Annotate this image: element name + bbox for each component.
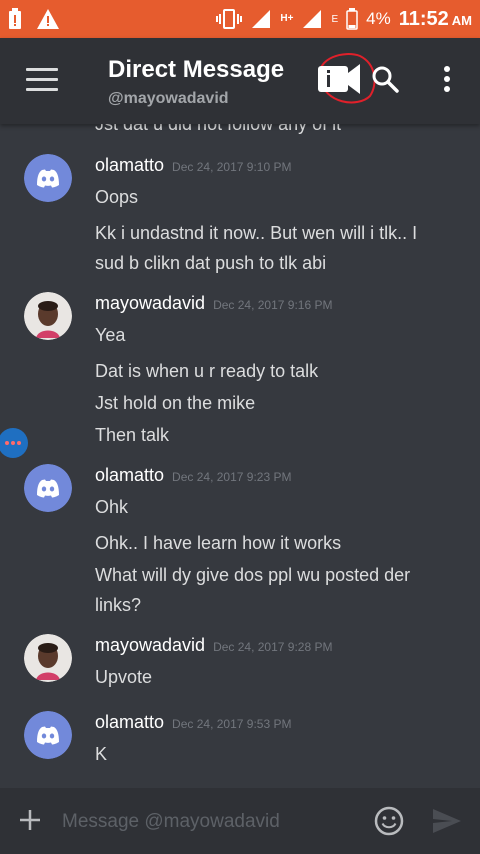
message-author[interactable]: olamatto Dec 24, 2017 9:53 PM (95, 712, 291, 733)
send-button[interactable] (432, 808, 462, 834)
warning-icon (37, 9, 59, 29)
message-text: Upvote (95, 667, 153, 687)
video-call-button[interactable] (314, 48, 378, 106)
message-text: What will dy give dos ppl wu posted der (95, 565, 411, 585)
message-text: Ohk.. I have learn how it works (95, 533, 342, 553)
signal-icon-2 (303, 10, 322, 28)
message-text: Jst dat u did not follow any of it (95, 124, 342, 134)
typing-indicator (0, 428, 28, 458)
message-timestamp: Dec 24, 2017 9:10 PM (172, 160, 292, 174)
status-bar: H+ E 4% 11:52 AM (0, 0, 480, 38)
app-header: Direct Message @mayowadavid (0, 38, 480, 124)
send-icon (433, 809, 461, 833)
discord-avatar-icon[interactable] (24, 154, 72, 202)
clock: 11:52 AM (398, 7, 472, 30)
message-author[interactable]: mayowadavid Dec 24, 2017 9:16 PM (95, 293, 332, 314)
battery-icon (346, 8, 358, 30)
message-list[interactable]: Jst dat u did not follow any of it olama… (0, 124, 480, 788)
message-timestamp: Dec 24, 2017 9:53 PM (172, 717, 292, 731)
message-text: Yea (95, 325, 126, 345)
battery-alert-icon (9, 8, 21, 29)
message-text: sud b clikn dat push to tlk abi (95, 253, 327, 273)
message-text: Kk i undastnd it now.. But wen will i tl… (95, 223, 418, 243)
message-text: Then talk (95, 425, 170, 445)
search-button[interactable] (370, 64, 400, 94)
page-title: Direct Message (108, 56, 285, 83)
emoji-icon (374, 806, 404, 836)
page-subtitle: @mayowadavid (108, 90, 229, 107)
video-call-icon (318, 53, 376, 104)
message-text: links? (95, 595, 142, 615)
user-avatar[interactable] (24, 634, 72, 682)
vibrate-icon (216, 9, 243, 29)
message-timestamp: Dec 24, 2017 9:16 PM (213, 298, 333, 312)
emoji-button[interactable] (374, 806, 404, 836)
discord-avatar-icon[interactable] (24, 464, 72, 512)
battery-percent: 4% (366, 9, 391, 28)
message-input[interactable] (60, 804, 364, 840)
message-text: Ohk (95, 497, 129, 517)
menu-icon[interactable] (26, 68, 58, 92)
discord-avatar-icon[interactable] (24, 711, 72, 759)
signal-icon (252, 10, 271, 28)
message-author[interactable]: olamatto Dec 24, 2017 9:10 PM (95, 155, 291, 176)
user-avatar[interactable] (24, 292, 72, 340)
search-icon (372, 66, 399, 93)
add-attachment-button[interactable] (18, 808, 42, 832)
message-author[interactable]: mayowadavid Dec 24, 2017 9:28 PM (95, 635, 332, 656)
message-timestamp: Dec 24, 2017 9:28 PM (213, 640, 333, 654)
message-timestamp: Dec 24, 2017 9:23 PM (172, 470, 292, 484)
message-author[interactable]: olamatto Dec 24, 2017 9:23 PM (95, 465, 291, 486)
message-text: Dat is when u r ready to talk (95, 361, 319, 381)
message-text: K (95, 744, 108, 764)
more-icon (444, 66, 450, 92)
network-type-label: H+ (280, 13, 294, 24)
network-type-label-2: E (331, 13, 339, 25)
message-text: Oops (95, 187, 139, 207)
more-options-button[interactable] (438, 64, 456, 94)
message-composer (0, 788, 480, 854)
add-icon (20, 810, 40, 830)
message-text: Jst hold on the mike (95, 393, 256, 413)
